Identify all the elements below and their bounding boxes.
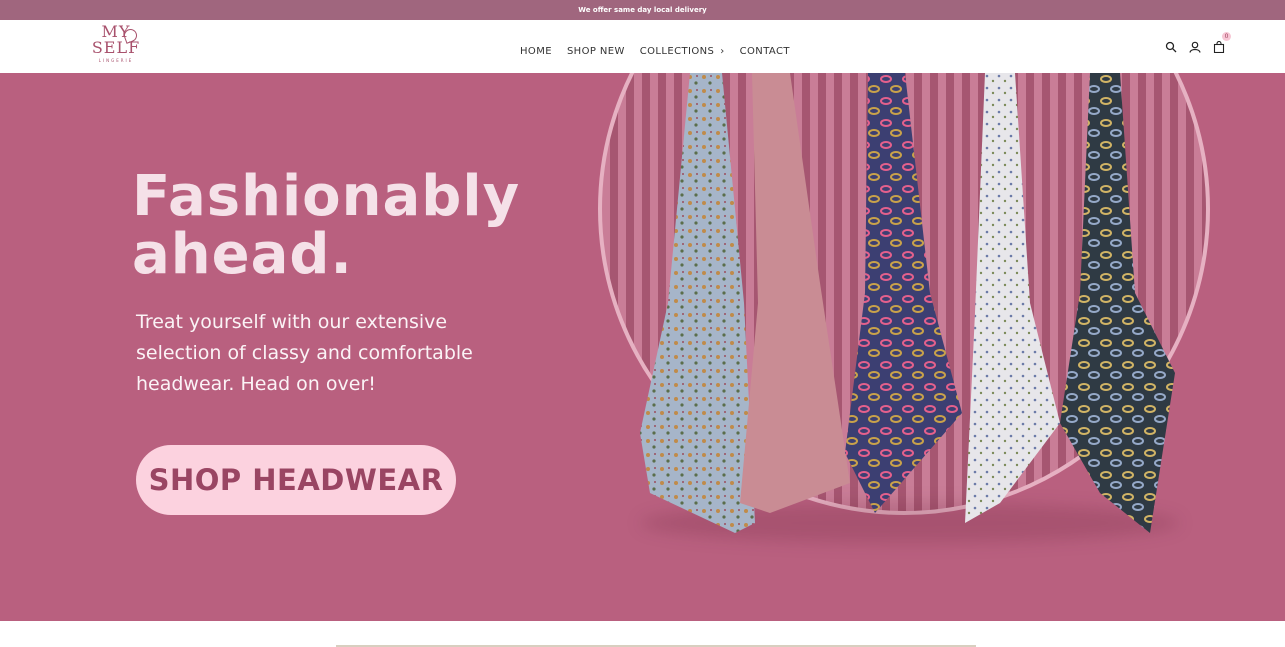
hero-title-line-1: Fashionably <box>132 164 521 229</box>
chevron-right-icon: › <box>720 46 725 57</box>
nav-item-collections[interactable]: COLLECTIONS › <box>640 36 725 57</box>
hero-title: Fashionably ahead. <box>132 168 520 284</box>
nav-label: CONTACT <box>739 46 790 57</box>
cart-icon[interactable]: 0 <box>1213 32 1231 54</box>
main-nav: HOME SHOP NEW COLLECTIONS › CONTACT <box>520 20 805 73</box>
logo-line-2: SELF <box>91 38 141 57</box>
header-icons: 0 <box>1165 32 1231 54</box>
announcement-text: We offer same day local delivery <box>578 6 707 14</box>
nav-item-home[interactable]: HOME <box>520 36 552 57</box>
account-icon[interactable] <box>1189 38 1201 53</box>
hero-description: Treat yourself with our extensive select… <box>136 311 473 395</box>
announcement-bar: We offer same day local delivery <box>0 0 1285 20</box>
brand-logo[interactable]: MY SELF LINGERIE <box>86 24 146 70</box>
cart-count-badge: 0 <box>1222 32 1231 41</box>
shop-headwear-button[interactable]: SHOP HEADWEAR <box>136 445 456 515</box>
search-icon[interactable] <box>1165 38 1177 53</box>
site-header: MY SELF LINGERIE HOME SHOP NEW COLLECTIO… <box>0 20 1285 73</box>
nav-item-shop-new[interactable]: SHOP NEW <box>567 36 625 57</box>
nav-label: HOME <box>520 46 552 57</box>
hero-title-line-2: ahead. <box>132 222 353 287</box>
nav-item-contact[interactable]: CONTACT <box>740 36 790 57</box>
nav-label: COLLECTIONS <box>639 46 715 57</box>
logo-subtitle: LINGERIE <box>98 58 134 63</box>
hero-banner: Fashionably ahead. Treat yourself with o… <box>0 73 1285 621</box>
nav-label: SHOP NEW <box>566 46 625 57</box>
